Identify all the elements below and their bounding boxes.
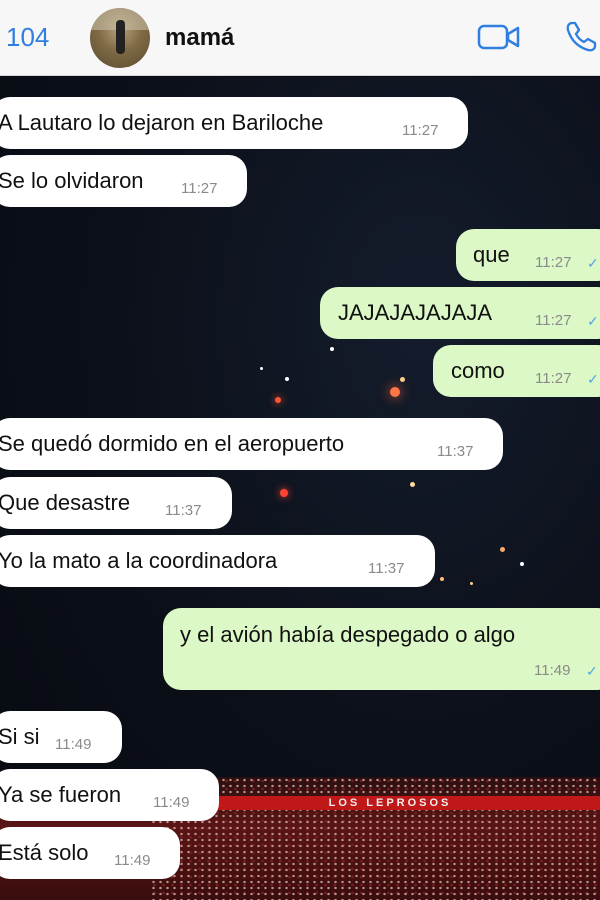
message-time: 11:49 bbox=[55, 736, 92, 753]
message-text: Yo la mato a la coordinadora bbox=[0, 548, 278, 573]
read-ticks-icon: ✓✓ bbox=[586, 663, 600, 679]
avatar[interactable] bbox=[90, 8, 150, 68]
message-bubble[interactable]: Que desastre 11:37 bbox=[0, 477, 232, 529]
back-button[interactable]: 104 bbox=[6, 22, 49, 53]
read-ticks-icon: ✓✓ bbox=[587, 255, 600, 271]
message-time: 11:27 bbox=[181, 180, 218, 197]
message-time: 11:49 bbox=[114, 852, 151, 869]
message-bubble[interactable]: Yo la mato a la coordinadora 11:37 bbox=[0, 535, 435, 587]
message-time: 11:49 bbox=[534, 662, 571, 679]
message-text: Ya se fueron bbox=[0, 782, 122, 807]
message-bubble[interactable]: JAJAJAJAJAJA 11:27 ✓✓ bbox=[320, 287, 600, 339]
message-text: A Lautaro lo dejaron en Bariloche bbox=[0, 110, 324, 135]
stadium-banner: LOS LEPROSOS bbox=[180, 796, 600, 810]
message-text: Si si bbox=[0, 724, 40, 749]
phone-icon[interactable] bbox=[558, 18, 600, 56]
message-text: Se quedó dormido en el aeropuerto bbox=[0, 431, 345, 456]
message-time: 11:37 bbox=[368, 560, 405, 577]
message-time: 11:37 bbox=[437, 443, 474, 460]
video-camera-icon[interactable] bbox=[476, 18, 522, 56]
message-bubble[interactable]: Ya se fueron 11:49 bbox=[0, 769, 219, 821]
message-time: 11:37 bbox=[165, 502, 202, 519]
message-bubble[interactable]: Se lo olvidaron 11:27 bbox=[0, 155, 247, 207]
message-time: 11:27 bbox=[535, 254, 572, 271]
read-ticks-icon: ✓✓ bbox=[587, 313, 600, 329]
message-bubble[interactable]: Está solo 11:49 bbox=[0, 827, 180, 879]
message-text: Está solo bbox=[0, 840, 89, 865]
contact-name[interactable]: mamá bbox=[165, 24, 234, 52]
message-bubble[interactable]: que 11:27 ✓✓ bbox=[456, 229, 600, 281]
message-text: que bbox=[473, 242, 510, 267]
read-ticks-icon: ✓✓ bbox=[587, 371, 600, 387]
message-bubble[interactable]: Si si 11:49 bbox=[0, 711, 122, 763]
message-text: y el avión había despegado o algo bbox=[180, 622, 516, 647]
chat-header: 104 mamá bbox=[0, 0, 600, 76]
message-time: 11:27 bbox=[535, 370, 572, 387]
message-time: 11:49 bbox=[153, 794, 190, 811]
message-bubble[interactable]: como 11:27 ✓✓ bbox=[433, 345, 600, 397]
unread-count: 104 bbox=[6, 22, 50, 52]
message-time: 11:27 bbox=[402, 122, 439, 139]
message-text: como bbox=[451, 358, 505, 383]
message-bubble[interactable]: y el avión había despegado o algo 11:49 … bbox=[163, 608, 600, 690]
message-time: 11:27 bbox=[535, 312, 572, 329]
message-bubble[interactable]: Se quedó dormido en el aeropuerto 11:37 bbox=[0, 418, 503, 470]
message-text: JAJAJAJAJAJA bbox=[338, 300, 493, 325]
message-text: Se lo olvidaron bbox=[0, 168, 144, 193]
message-bubble[interactable]: A Lautaro lo dejaron en Bariloche 11:27 bbox=[0, 97, 468, 149]
message-text: Que desastre bbox=[0, 490, 131, 515]
